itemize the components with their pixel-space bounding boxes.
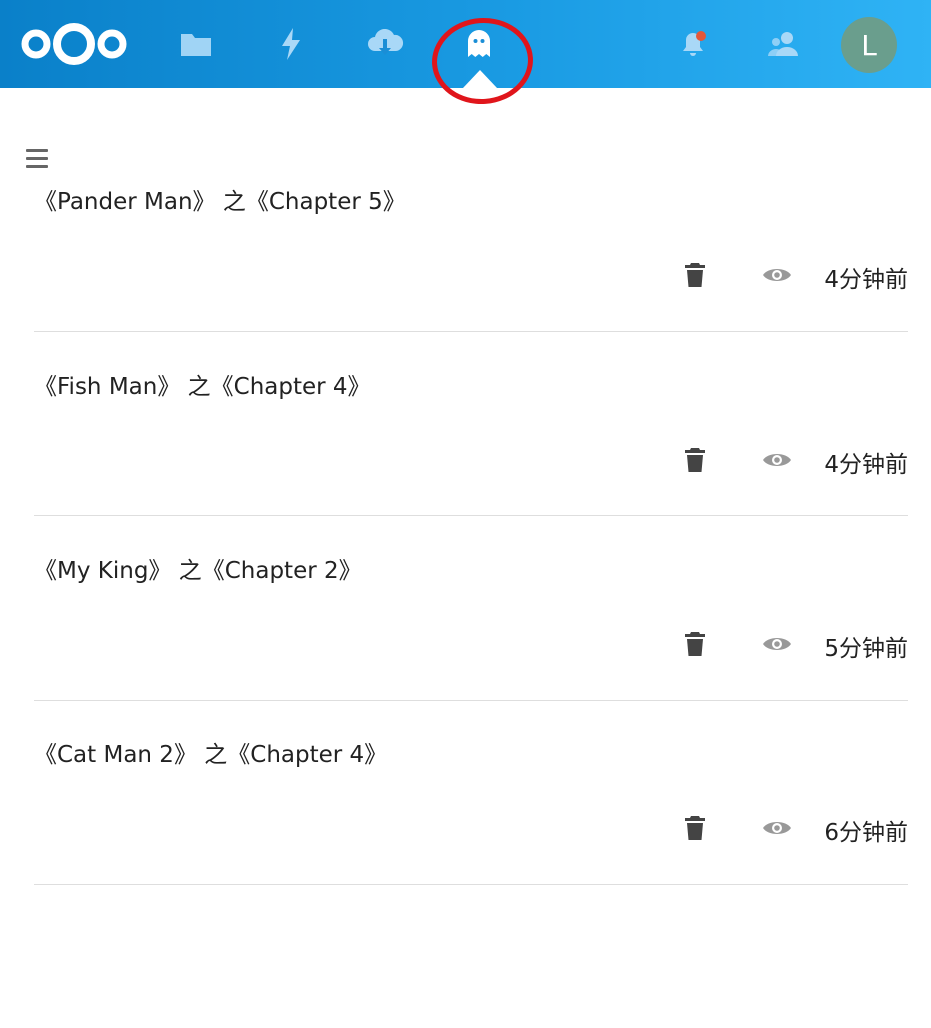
bell-icon[interactable] xyxy=(674,24,714,64)
list-item: 《My King》 之《Chapter 2》 5分钟前 xyxy=(34,517,908,701)
eye-icon[interactable] xyxy=(762,818,792,838)
item-title[interactable]: 《Fish Man》 之《Chapter 4》 xyxy=(34,367,371,407)
item-title[interactable]: 《Pander Man》 之《Chapter 5》 xyxy=(34,182,406,222)
item-title[interactable]: 《My King》 之《Chapter 2》 xyxy=(34,551,362,591)
list-item: 《Pander Man》 之《Chapter 5》 4分钟前 xyxy=(34,148,908,332)
eye-icon[interactable] xyxy=(762,265,792,285)
trash-icon[interactable] xyxy=(683,630,707,658)
list-item: 《Cat Man 2》 之《Chapter 4》 6分钟前 xyxy=(34,701,908,885)
trash-icon[interactable] xyxy=(683,446,707,474)
cloud-download-icon[interactable] xyxy=(365,24,405,64)
user-avatar[interactable]: L xyxy=(841,17,897,73)
time-ago: 4分钟前 xyxy=(824,267,908,293)
list-item: 《Fish Man》 之《Chapter 4》 4分钟前 xyxy=(34,332,908,516)
folder-icon[interactable] xyxy=(176,24,216,64)
time-ago: 4分钟前 xyxy=(824,452,908,478)
item-title[interactable]: 《Cat Man 2》 之《Chapter 4》 xyxy=(34,735,387,775)
time-ago: 6分钟前 xyxy=(824,820,908,846)
contacts-icon[interactable] xyxy=(763,24,803,64)
eye-icon[interactable] xyxy=(762,450,792,470)
trash-icon[interactable] xyxy=(683,814,707,842)
lightning-icon[interactable] xyxy=(271,24,311,64)
avatar-letter: L xyxy=(861,28,877,62)
eye-icon[interactable] xyxy=(762,634,792,654)
nextcloud-logo-icon[interactable] xyxy=(18,18,130,70)
trash-icon[interactable] xyxy=(683,261,707,289)
time-ago: 5分钟前 xyxy=(824,636,908,662)
